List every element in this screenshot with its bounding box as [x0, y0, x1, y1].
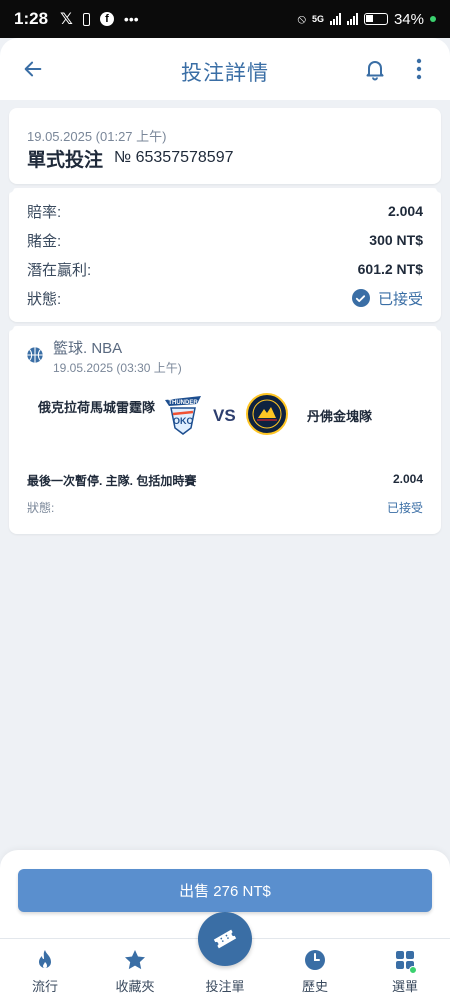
odds-row: 賠率: 2.004	[27, 200, 423, 222]
flame-icon	[39, 950, 51, 968]
system-icons: ⦸ 5G 34%	[297, 11, 436, 28]
privacy-indicator-icon	[430, 16, 436, 22]
bet-date: 19.05.2025 (01:27 上午)	[27, 129, 167, 144]
nav-item-menu[interactable]: 選單	[360, 939, 450, 1000]
potential-win-label: 潛在贏利:	[27, 261, 92, 279]
basketball-icon	[27, 347, 43, 363]
more-options-button[interactable]	[404, 54, 434, 84]
versus-label: VS	[213, 406, 236, 425]
home-team-name: 俄克拉荷馬城雷霆隊	[37, 400, 155, 415]
nba-app-icon	[82, 12, 90, 26]
thunder-logo-icon: THUNDER OKC	[165, 396, 201, 435]
away-team-name: 丹佛金塊隊	[307, 409, 373, 424]
market-name: 最後一次暫停. 主隊. 包括加時賽	[27, 474, 197, 488]
signal-icon-2	[346, 13, 358, 25]
status-time: 1:28	[14, 9, 49, 28]
stake-label: 賭金:	[27, 232, 62, 250]
odds-value: 2.004	[387, 203, 423, 219]
ticket-notch	[436, 321, 446, 331]
bet-type: 單式投注	[27, 150, 104, 171]
market-odds: 2.004	[392, 472, 423, 486]
check-circle-icon	[351, 289, 370, 307]
facebook-app-icon: f	[99, 12, 114, 26]
notifications-button[interactable]	[360, 54, 390, 84]
notification-icons: 𝕏 f •••	[60, 9, 139, 29]
nav-item-favorites[interactable]: 收藏夾	[90, 939, 180, 1000]
svg-text:THUNDER: THUNDER	[168, 400, 198, 406]
ticket-notch	[4, 321, 14, 331]
signal-icon	[329, 13, 341, 25]
bet-number: № 65357578597	[114, 149, 234, 166]
star-icon	[125, 950, 145, 970]
more-notifications-icon: •••	[123, 11, 139, 27]
bet-summary-card: 賠率: 2.004 賭金: 300 NT$ 潛在贏利: 601.2 NT$ 狀態…	[4, 183, 446, 322]
stake-value: 300 NT$	[369, 232, 423, 248]
more-vertical-icon	[416, 58, 422, 80]
network-type: 5G	[311, 14, 324, 24]
selection-status-value: 已接受	[386, 501, 423, 515]
status-row: 狀態: 已接受	[27, 287, 423, 309]
ticket-notch	[436, 183, 446, 193]
stake-row: 賭金: 300 NT$	[27, 229, 423, 251]
svg-text:OKC: OKC	[173, 416, 194, 426]
app-header: 投注詳情	[0, 38, 450, 100]
battery-icon	[363, 13, 388, 25]
clock-icon	[305, 950, 325, 970]
vibrate-off-icon: ⦸	[297, 11, 306, 26]
nav-label: 選單	[391, 979, 418, 994]
odds-label: 賠率:	[27, 203, 62, 221]
event-date: 19.05.2025 (03:30 上午)	[53, 361, 182, 375]
x-app-icon: 𝕏	[60, 11, 73, 28]
ticket-icon	[213, 929, 237, 949]
nav-item-popular[interactable]: 流行	[0, 939, 90, 1000]
status-label: 狀態:	[27, 290, 62, 308]
potential-win-row: 潛在贏利: 601.2 NT$	[27, 258, 423, 280]
status-badge: 已接受	[351, 288, 423, 309]
betslip-fab[interactable]	[198, 912, 252, 966]
sell-button[interactable]: 出售 276 NT$	[18, 869, 432, 912]
nav-label: 歷史	[301, 979, 328, 994]
event-card: 籃球. NBA 19.05.2025 (03:30 上午) 俄克拉荷馬城雷霆隊 …	[4, 321, 446, 534]
nav-label: 投注單	[205, 979, 245, 994]
sport-league: 籃球. NBA	[53, 340, 123, 357]
ticket-notch	[4, 183, 14, 193]
nuggets-logo-icon	[246, 393, 288, 435]
nav-label: 流行	[31, 979, 58, 994]
nav-label: 收藏夾	[115, 979, 155, 994]
bet-header-card: 19.05.2025 (01:27 上午) 單式投注 № 65357578597	[9, 108, 441, 184]
potential-win-value: 601.2 NT$	[357, 261, 423, 277]
battery-percent: 34%	[393, 10, 424, 28]
menu-notification-dot	[409, 966, 417, 974]
status-value: 已接受	[377, 290, 423, 308]
nav-item-history[interactable]: 歷史	[270, 939, 360, 1000]
status-bar: 1:28 𝕏 f ••• ⦸ 5G 34%	[0, 0, 450, 38]
bell-icon	[366, 61, 384, 81]
selection-status-label: 狀態:	[27, 501, 55, 515]
